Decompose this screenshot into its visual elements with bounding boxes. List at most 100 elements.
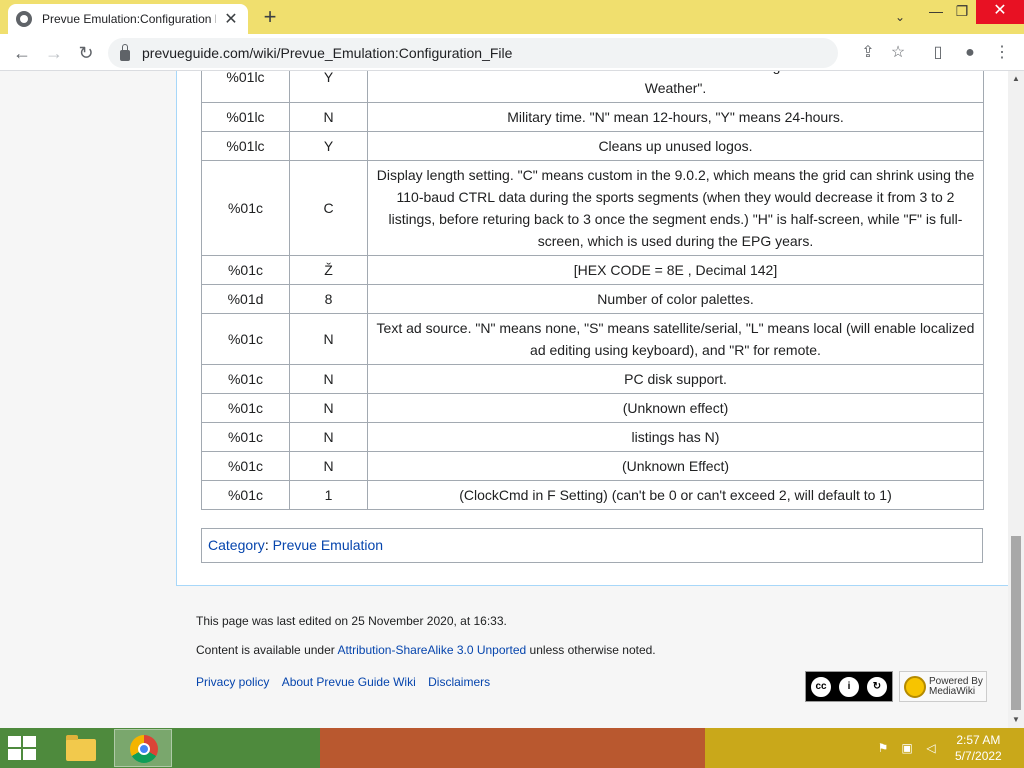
page-viewport: %01lcYPrevue rebranded and introduced we… <box>0 71 1008 728</box>
profile-avatar-icon[interactable]: ● <box>958 41 982 65</box>
windows-start-icon[interactable] <box>8 736 38 760</box>
forward-arrow-icon[interactable]: → <box>42 41 66 65</box>
browser-toolbar: ← → ↻ prevueguide.com/wiki/Prevue_Emulat… <box>0 34 1024 71</box>
row-description-cell: [HEX CODE = 8E , Decimal 142] <box>367 255 984 285</box>
row-description-cell: Cleans up unused logos. <box>367 131 984 161</box>
row-description-cell: Number of color palettes. <box>367 284 984 314</box>
privacy-policy-link[interactable]: Privacy policy <box>196 675 269 689</box>
scroll-down-arrow-icon[interactable]: ▼ <box>1008 712 1024 728</box>
taskbar-clock[interactable]: 2:57 AM 5/7/2022 <box>955 732 1002 764</box>
row-value-cell: Y <box>289 71 368 103</box>
mediawiki-badge-text: Powered By MediaWiki <box>929 675 983 697</box>
scrollbar-thumb[interactable] <box>1011 536 1021 710</box>
category-link[interactable]: Prevue Emulation <box>273 537 384 553</box>
disclaimers-link[interactable]: Disclaimers <box>428 675 490 689</box>
row-description-cell: PC disk support. <box>367 364 984 394</box>
row-code-cell: %01c <box>201 393 290 423</box>
row-description-cell: (ClockCmd in F Setting) (can't be 0 or c… <box>367 480 984 510</box>
side-panel-icon[interactable]: ▯ <box>926 41 950 65</box>
address-bar[interactable]: prevueguide.com/wiki/Prevue_Emulation:Co… <box>108 38 838 68</box>
row-description-cell: Prevue rebranded and introduced weather … <box>367 71 984 103</box>
cc-icon: cc <box>809 674 833 699</box>
url-text: prevueguide.com/wiki/Prevue_Emulation:Co… <box>142 45 513 61</box>
new-tab-button[interactable]: + <box>258 4 282 30</box>
clock-date: 5/7/2022 <box>955 749 1002 763</box>
table-row: %01c N Text ad source. "N" means none, "S"… <box>201 313 984 365</box>
row-description-cell: (Unknown Effect) <box>367 451 984 481</box>
row-code-cell: %01lc <box>201 102 290 132</box>
category-colon: : <box>264 537 273 553</box>
reload-icon[interactable]: ↻ <box>74 41 98 65</box>
row-code-cell: %01d <box>201 284 290 314</box>
vertical-scrollbar[interactable]: ▲ ▼ <box>1008 71 1024 728</box>
row-value-cell: N <box>289 102 368 132</box>
table-row: %01c N (Unknown effect) <box>201 393 984 423</box>
config-table-body: %01lcYPrevue rebranded and introduced we… <box>201 71 984 510</box>
row-value-cell: C <box>289 160 368 256</box>
row-value-cell: N <box>289 422 368 452</box>
windows-taskbar: ⚑ ▣ ◁ 2:57 AM 5/7/2022 <box>0 728 1024 768</box>
row-value-cell: N <box>289 313 368 365</box>
tab-strip: Prevue Emulation:Configuration F ✕ + ⌄ —… <box>0 0 1024 34</box>
file-explorer-icon[interactable] <box>62 733 100 763</box>
row-value-cell: 8 <box>289 284 368 314</box>
mediawiki-badge[interactable]: Powered By MediaWiki <box>899 671 987 702</box>
row-code-cell: %01c <box>201 160 290 256</box>
row-description-cell: Text ad source. "N" means none, "S" mean… <box>367 313 984 365</box>
lock-icon[interactable] <box>120 43 130 61</box>
close-window-button[interactable]: ✕ <box>976 0 1024 24</box>
config-table: %01lcYPrevue rebranded and introduced we… <box>201 71 984 510</box>
network-icon[interactable]: ▣ <box>899 740 915 756</box>
about-link[interactable]: About Prevue Guide Wiki <box>282 675 416 689</box>
action-center-flag-icon[interactable]: ⚑ <box>875 740 891 756</box>
sa-icon: ↻ <box>865 674 889 699</box>
taskbar-tray: ⚑ ▣ ◁ 2:57 AM 5/7/2022 <box>705 728 1024 768</box>
browser-tab[interactable]: Prevue Emulation:Configuration F ✕ <box>8 4 248 34</box>
scroll-up-arrow-icon[interactable]: ▲ <box>1008 71 1024 87</box>
table-row: %01lcYPrevue rebranded and introduced we… <box>201 71 984 103</box>
taskbar-middle <box>320 728 705 768</box>
row-value-cell: N <box>289 451 368 481</box>
license-prefix: Content is available under <box>196 643 338 657</box>
row-code-cell: %01c <box>201 451 290 481</box>
share-icon[interactable]: ⇪ <box>856 41 880 65</box>
by-icon: i <box>837 674 861 699</box>
license-suffix: unless otherwise noted. <box>526 643 656 657</box>
mediawiki-flower-icon <box>904 675 926 698</box>
table-row: %01c Nlistings has N) <box>201 422 984 452</box>
table-row: %01d 8 Number of color palettes. <box>201 284 984 314</box>
category-label-link[interactable]: Category <box>208 537 265 553</box>
taskbar-left <box>0 728 320 768</box>
cc-license-badge[interactable]: cc i ↻ <box>805 671 893 702</box>
last-edited: This page was last edited on 25 November… <box>196 614 507 628</box>
table-row: %01c C Display length setting. "C" means c… <box>201 160 984 256</box>
row-value-cell: Y <box>289 131 368 161</box>
volume-muted-icon[interactable]: ◁ <box>923 740 939 756</box>
license-line: Content is available under Attribution-S… <box>196 643 656 657</box>
footer-links: Privacy policy About Prevue Guide Wiki D… <box>196 675 490 689</box>
clock-time: 2:57 AM <box>956 733 1001 747</box>
back-arrow-icon[interactable]: ← <box>10 41 34 65</box>
table-row: %01c 1 (ClockCmd in F Setting) (can't be 0… <box>201 480 984 510</box>
row-code-cell: %01lc <box>201 131 290 161</box>
row-code-cell: %01c <box>201 255 290 285</box>
row-code-cell: %01c <box>201 313 290 365</box>
close-tab-icon[interactable]: ✕ <box>222 9 240 29</box>
table-row: %01c N PC disk support. <box>201 364 984 394</box>
row-code-cell: %01c <box>201 364 290 394</box>
menu-kebab-icon[interactable]: ⋮ <box>990 41 1014 65</box>
row-description-cell: Military time. "N" mean 12-hours, "Y" me… <box>367 102 984 132</box>
row-value-cell: 1 <box>289 480 368 510</box>
chrome-taskbar-button[interactable] <box>114 729 172 767</box>
table-row: %01c N (Unknown Effect) <box>201 451 984 481</box>
row-code-cell: %01lc <box>201 71 290 103</box>
row-description-cell: Display length setting. "C" means custom… <box>367 160 984 256</box>
row-description-cell: listings has N) <box>367 422 984 452</box>
chrome-icon <box>130 735 158 763</box>
row-value-cell: Ž <box>289 255 368 285</box>
category-box: Category: Prevue Emulation <box>201 528 983 563</box>
license-link[interactable]: Attribution-ShareAlike 3.0 Unported <box>337 643 526 657</box>
bookmark-star-icon[interactable]: ☆ <box>886 41 910 65</box>
row-code-cell: %01c <box>201 480 290 510</box>
row-description-cell: (Unknown effect) <box>367 393 984 423</box>
